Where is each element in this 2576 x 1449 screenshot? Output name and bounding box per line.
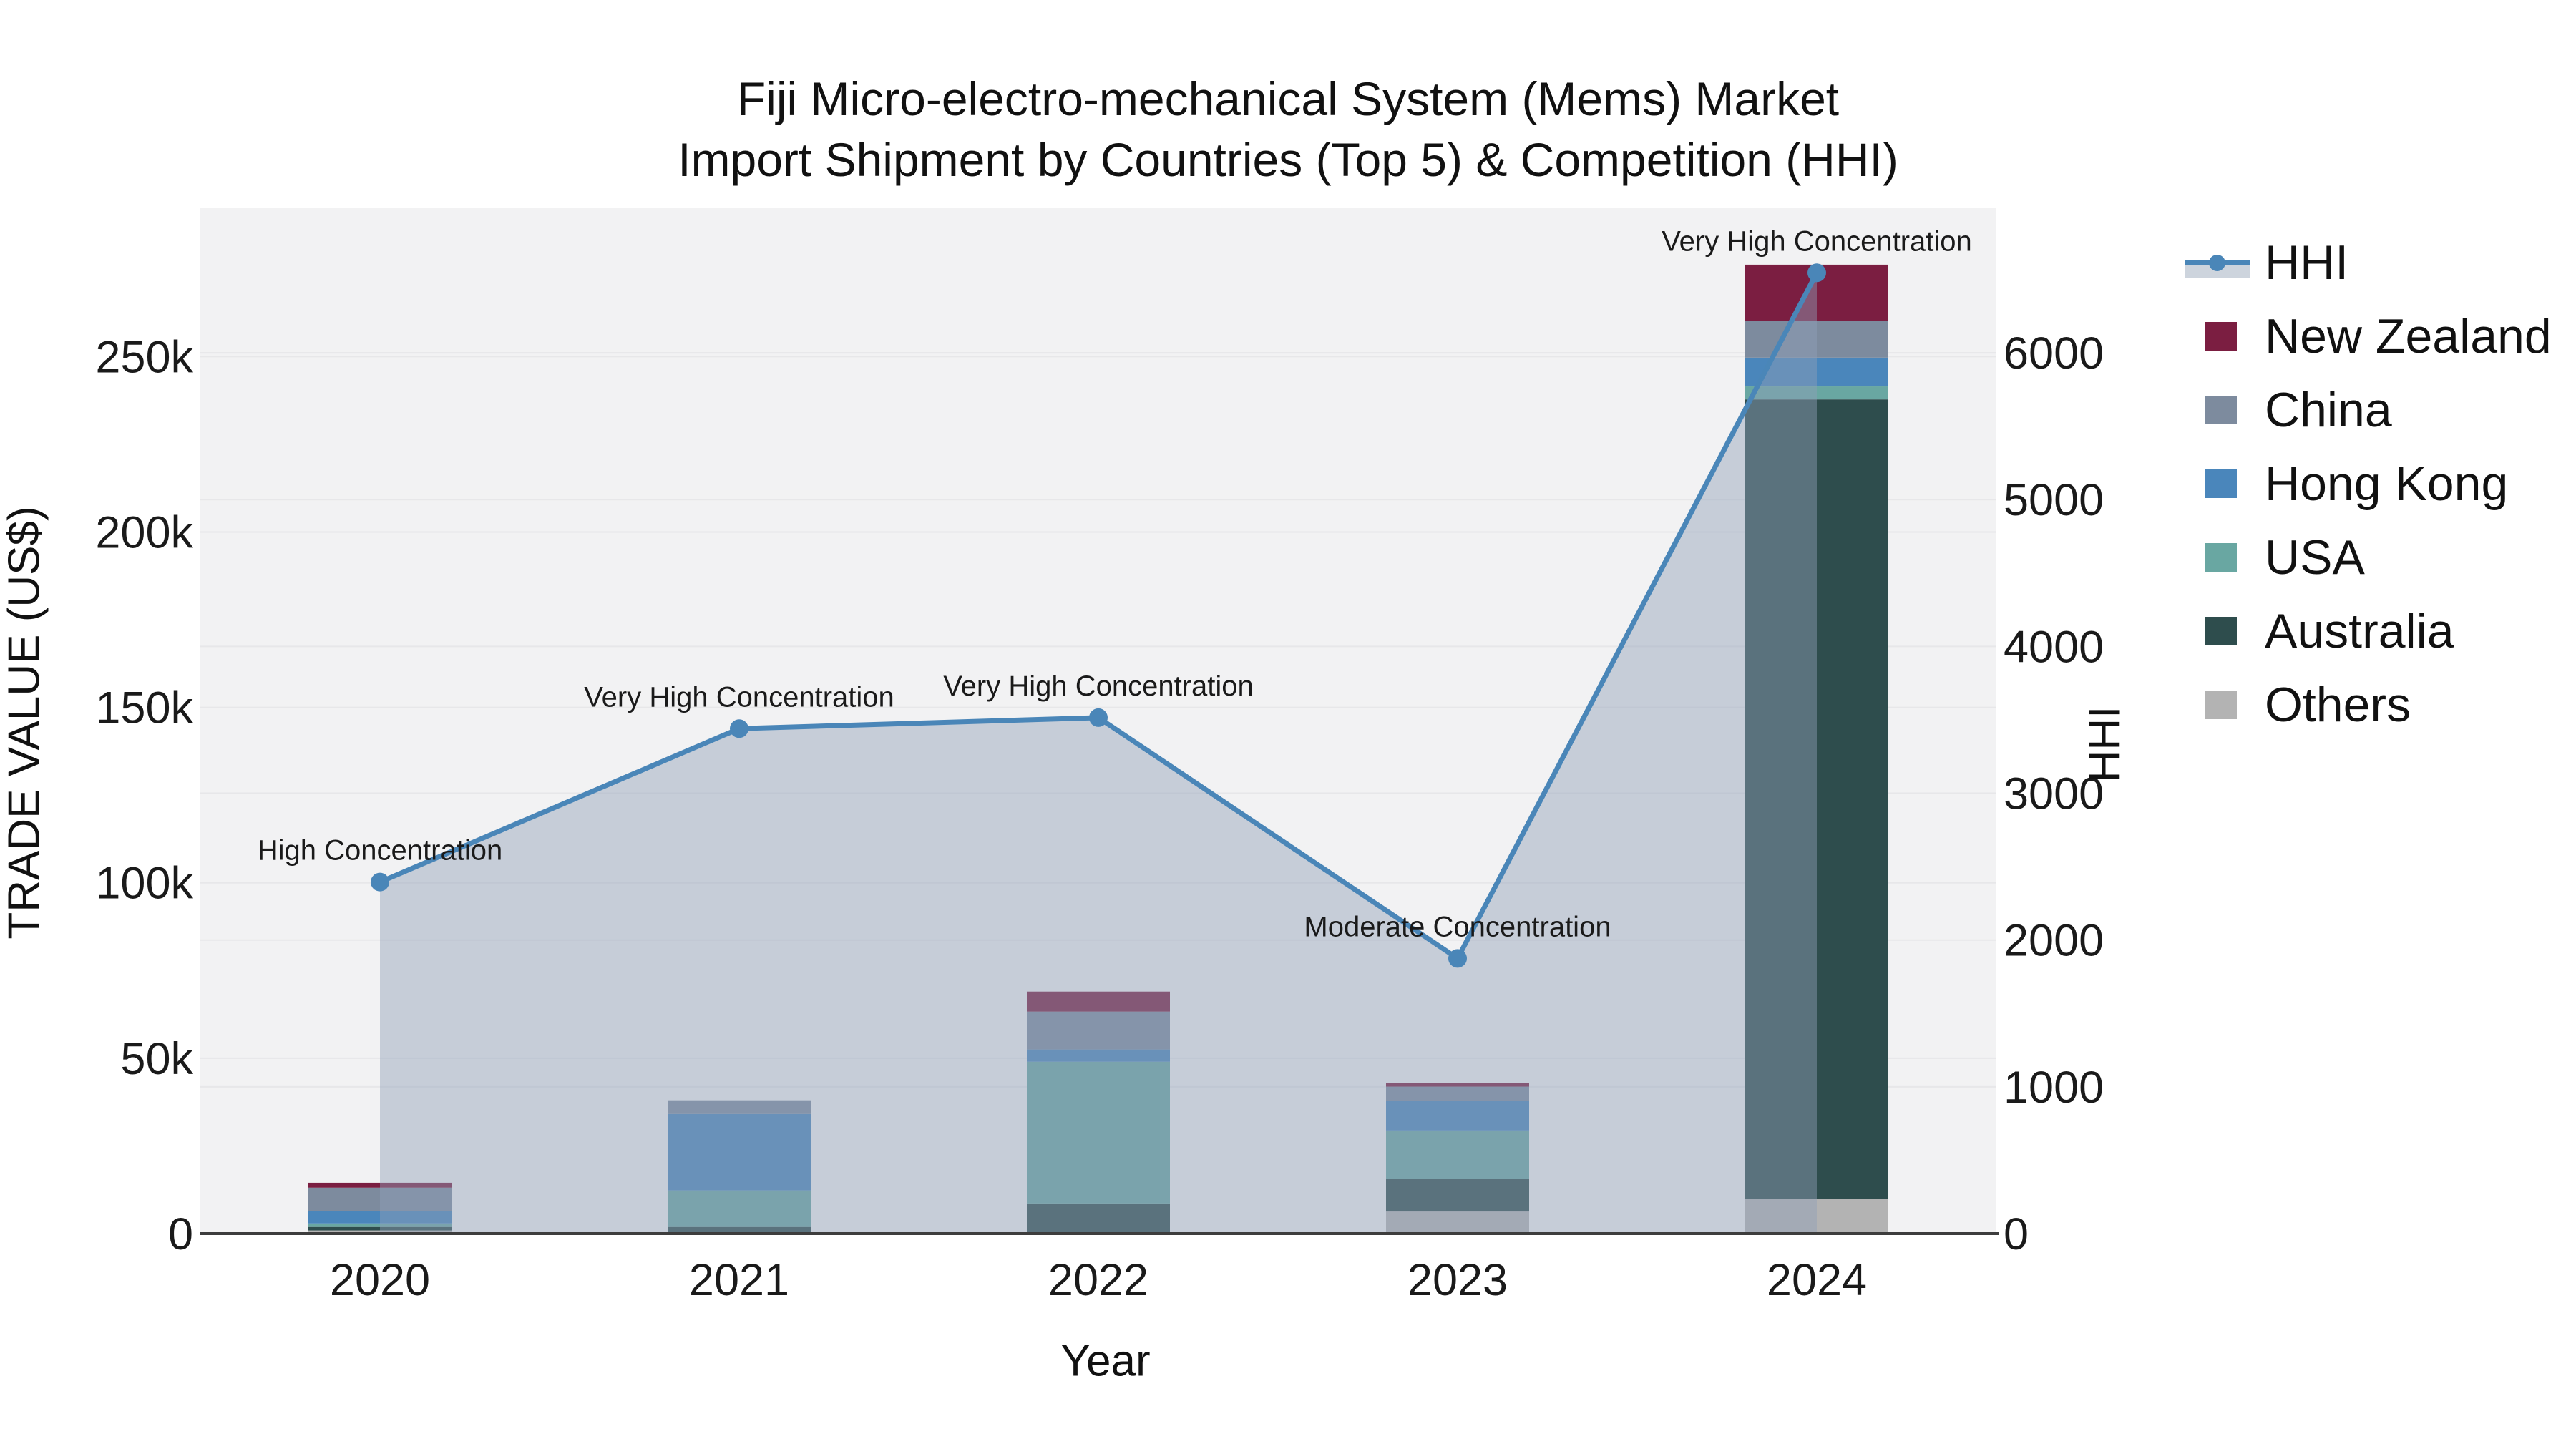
legend-swatch-usa xyxy=(2185,534,2265,581)
hhi-marker-2024[interactable] xyxy=(1807,263,1826,283)
legend-label: China xyxy=(2265,383,2392,437)
hhi-marker-2020[interactable] xyxy=(371,872,389,892)
legend-item-hong-kong[interactable]: Hong Kong xyxy=(2185,457,2552,511)
legend-color-swatch xyxy=(2205,617,2237,645)
legend-swatch-china xyxy=(2185,386,2265,434)
legend-label: HHI xyxy=(2265,235,2349,290)
legend-color-swatch xyxy=(2205,322,2237,351)
hhi-marker-2023[interactable] xyxy=(1448,949,1467,968)
chart-figure: Fiji Micro-electro-mechanical System (Me… xyxy=(0,0,2576,1449)
y-tick-right-5000: 5000 xyxy=(2004,475,2104,525)
legend-item-china[interactable]: China xyxy=(2185,383,2552,437)
y-tick-right-2000: 2000 xyxy=(2004,916,2104,966)
legend-swatch-new-zealand xyxy=(2185,313,2265,360)
legend-swatch-australia xyxy=(2185,608,2265,655)
legend-item-usa[interactable]: USA xyxy=(2185,530,2552,585)
y-tick-right-0: 0 xyxy=(2004,1209,2029,1259)
y-tick-left-100k: 100k xyxy=(95,859,193,909)
annotation-2022: Very High Concentration xyxy=(943,670,1254,702)
annotation-2023: Moderate Concentration xyxy=(1304,911,1611,942)
legend-color-swatch xyxy=(2205,691,2237,719)
legend-item-new-zealand[interactable]: New Zealand xyxy=(2185,309,2552,364)
legend-color-swatch xyxy=(2205,396,2237,424)
hhi-marker-2021[interactable] xyxy=(730,719,748,738)
legend-label: Australia xyxy=(2265,604,2454,658)
y-tick-right-6000: 6000 xyxy=(2004,328,2104,379)
y-tick-left-250k: 250k xyxy=(95,332,193,382)
legend-item-australia[interactable]: Australia xyxy=(2185,604,2552,658)
x-tick-2024: 2024 xyxy=(1767,1255,1867,1305)
legend-label: Hong Kong xyxy=(2265,457,2509,511)
annotation-2021: Very High Concentration xyxy=(584,681,894,713)
legend-label: New Zealand xyxy=(2265,309,2552,364)
y-tick-right-4000: 4000 xyxy=(2004,622,2104,672)
legend-color-swatch xyxy=(2205,543,2237,572)
y-tick-left-0: 0 xyxy=(168,1209,193,1259)
annotation-2024: Very High Concentration xyxy=(1662,225,1972,257)
legend-line-marker xyxy=(2209,255,2225,271)
x-axis-title: Year xyxy=(1060,1336,1151,1386)
legend-label: USA xyxy=(2265,530,2365,585)
annotation-2020: High Concentration xyxy=(258,835,502,867)
y-tick-left-200k: 200k xyxy=(95,507,193,557)
legend-label: Others xyxy=(2265,678,2411,732)
legend-swatch-others xyxy=(2185,681,2265,728)
y-tick-left-50k: 50k xyxy=(120,1034,193,1084)
legend-item-others[interactable]: Others xyxy=(2185,678,2552,732)
y-tick-right-1000: 1000 xyxy=(2004,1063,2104,1113)
hhi-marker-2022[interactable] xyxy=(1089,708,1108,727)
y-axis-title-left: TRADE VALUE (US$) xyxy=(0,506,49,940)
x-tick-2021: 2021 xyxy=(689,1255,789,1305)
x-tick-2020: 2020 xyxy=(330,1255,430,1305)
legend: HHI New Zealand China Hong Kong USA Australia… xyxy=(2185,235,2552,732)
legend-color-swatch xyxy=(2205,469,2237,498)
x-tick-2022: 2022 xyxy=(1048,1255,1148,1305)
x-tick-2023: 2023 xyxy=(1407,1255,1508,1305)
y-axis-title-right: HHI xyxy=(2080,706,2130,783)
legend-line-symbol xyxy=(2185,239,2265,286)
legend-item-hhi[interactable]: HHI xyxy=(2185,235,2552,290)
y-tick-left-150k: 150k xyxy=(95,683,193,733)
legend-swatch-hong-kong xyxy=(2185,460,2265,507)
